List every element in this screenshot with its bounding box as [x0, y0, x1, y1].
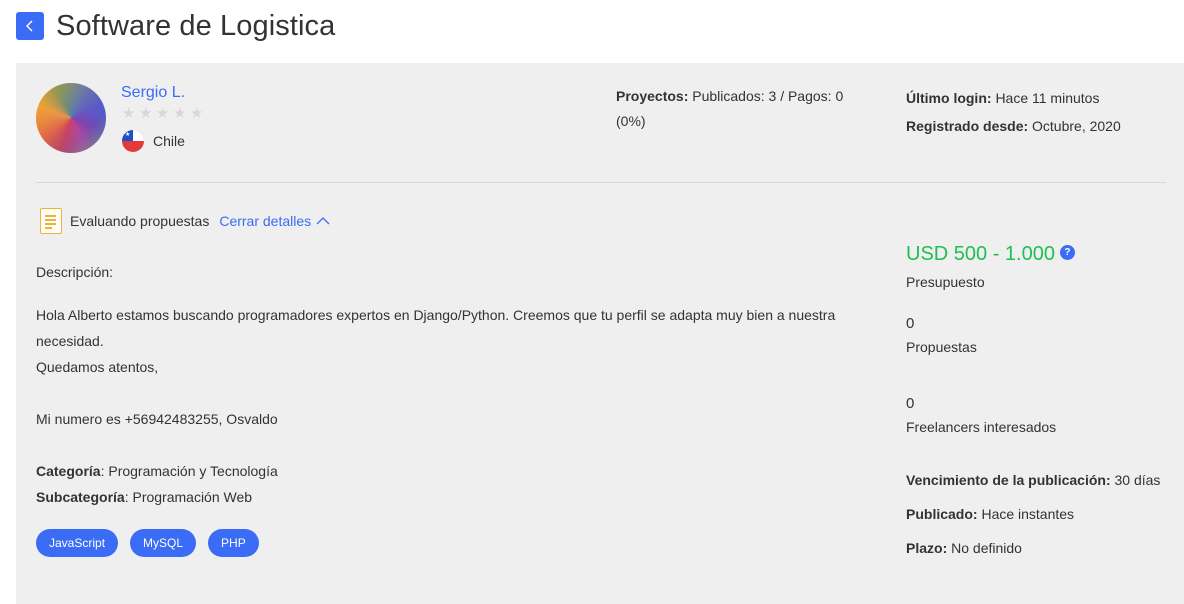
- close-details-link[interactable]: Cerrar detalles: [219, 213, 330, 229]
- budget-value: USD 500 - 1.000: [906, 243, 1055, 265]
- category-label: Categoría: [36, 463, 101, 479]
- avatar[interactable]: [36, 83, 106, 153]
- registered-label: Registrado desde:: [906, 118, 1029, 134]
- user-country: ★ Chile: [122, 130, 185, 152]
- project-details-panel: Sergio L. ★ ★ ★ ★ ★ ★ Chile Proyectos: P…: [16, 63, 1184, 604]
- star-icon: ★: [139, 105, 153, 122]
- term-label: Plazo:: [906, 540, 948, 556]
- interested-label: Freelancers interesados: [906, 419, 1057, 435]
- registered-since: Registrado desde: Octubre, 2020: [906, 112, 1121, 140]
- country-name: Chile: [153, 133, 185, 149]
- description-line: Mi numero es +56942483255, Osvaldo: [36, 411, 278, 427]
- help-icon[interactable]: ?: [1059, 245, 1075, 260]
- star-icon: ★: [156, 105, 170, 122]
- description-body: Hola Alberto estamos buscando programado…: [36, 302, 876, 432]
- page-title: Software de Logistica: [56, 9, 336, 42]
- skill-tags: JavaScript MySQL PHP: [36, 529, 259, 557]
- description-line: Quedamos atentos,: [36, 359, 159, 375]
- interested-count: 0: [906, 395, 915, 412]
- published-value: Hace instantes: [981, 506, 1075, 522]
- subcategory-value: : Programación Web: [124, 489, 253, 505]
- subcategory: Subcategoría: Programación Web: [36, 484, 278, 510]
- description-line: [36, 380, 876, 406]
- document-icon: [40, 208, 62, 234]
- close-details-label: Cerrar detalles: [219, 213, 312, 229]
- publication-info: Vencimiento de la publicación: 30 días P…: [906, 463, 1160, 565]
- status-label: Evaluando propuestas: [70, 213, 210, 229]
- proposals-count: 0: [906, 315, 915, 332]
- last-login: Último login: Hace 11 minutos: [906, 84, 1121, 112]
- project-status: Evaluando propuestas Cerrar detalles: [40, 208, 330, 234]
- last-login-label: Último login:: [906, 90, 992, 106]
- registered-value: Octubre, 2020: [1032, 118, 1121, 134]
- category: Categoría: Programación y Tecnología: [36, 458, 278, 484]
- chevron-left-icon: [26, 20, 33, 32]
- skill-tag-php[interactable]: PHP: [208, 529, 259, 557]
- classification: Categoría: Programación y Tecnología Sub…: [36, 458, 278, 510]
- star-icon: ★: [122, 105, 136, 122]
- proposals-label: Propuestas: [906, 339, 977, 355]
- category-value: : Programación y Tecnología: [100, 463, 278, 479]
- star-icon: ★: [173, 105, 187, 122]
- star-icon: ★: [190, 105, 204, 122]
- account-info: Último login: Hace 11 minutos Registrado…: [906, 84, 1121, 140]
- subcategory-label: Subcategoría: [36, 489, 125, 505]
- chevron-up-icon: [316, 217, 330, 225]
- published-label: Publicado:: [906, 506, 978, 522]
- budget-label: Presupuesto: [906, 274, 985, 290]
- projects-label: Proyectos:: [616, 88, 689, 104]
- chile-flag-icon: ★: [122, 130, 144, 152]
- term-value: No definido: [951, 540, 1022, 556]
- last-login-value: Hace 11 minutos: [995, 90, 1100, 106]
- description-heading: Descripción:: [36, 264, 114, 280]
- expiry: Vencimiento de la publicación: 30 días: [906, 463, 1160, 497]
- skill-tag-javascript[interactable]: JavaScript: [36, 529, 119, 557]
- expiry-label: Vencimiento de la publicación:: [906, 472, 1111, 488]
- term: Plazo: No definido: [906, 531, 1160, 565]
- description-line: Hola Alberto estamos buscando programado…: [36, 307, 836, 349]
- page-header: Software de Logistica: [16, 6, 335, 46]
- skill-tag-mysql[interactable]: MySQL: [130, 529, 197, 557]
- divider: [36, 182, 1166, 183]
- user-name-link[interactable]: Sergio L.: [121, 84, 185, 102]
- expiry-value: 30 días: [1114, 472, 1161, 488]
- budget: USD 500 - 1.000 ?: [906, 243, 1075, 266]
- rating-stars: ★ ★ ★ ★ ★: [122, 105, 204, 122]
- back-button[interactable]: [16, 12, 44, 40]
- projects-summary: Proyectos: Publicados: 3 / Pagos: 0 (0%): [616, 84, 866, 134]
- published: Publicado: Hace instantes: [906, 497, 1160, 531]
